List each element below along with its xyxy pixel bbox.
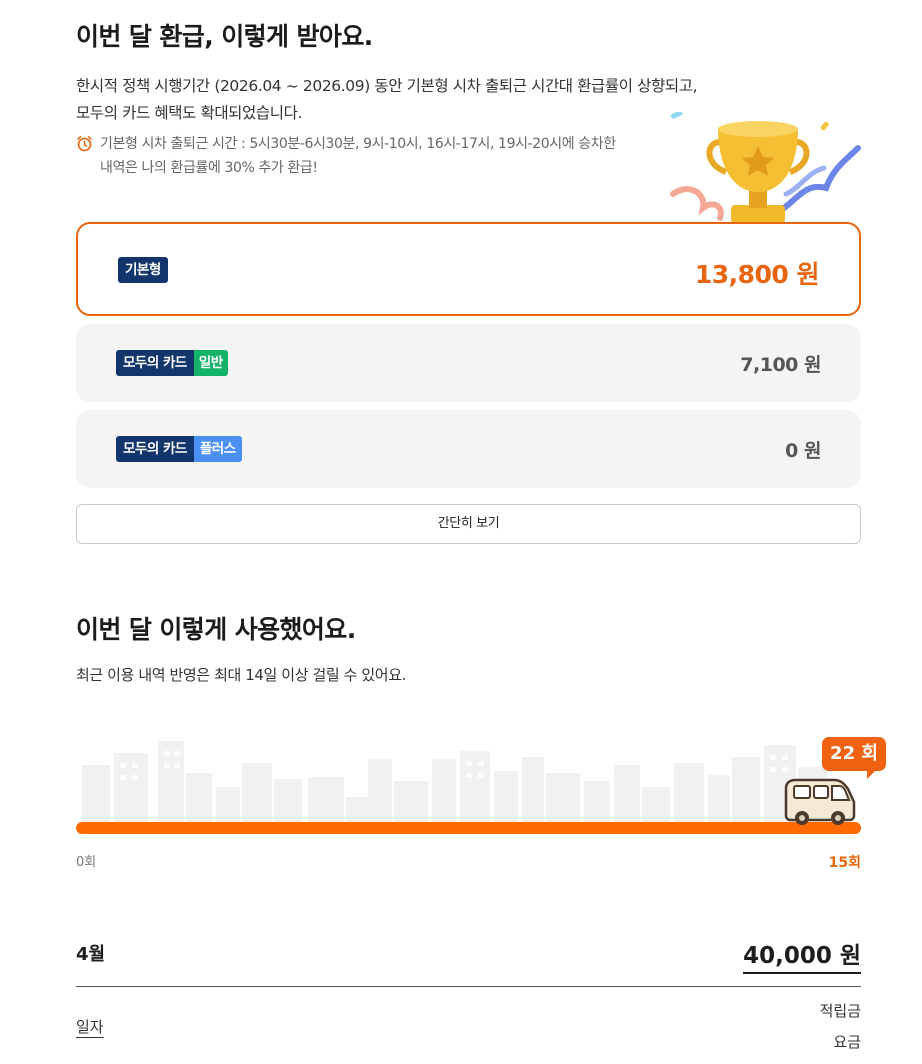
simple-view-button[interactable]: 간단히 보기 <box>76 504 861 544</box>
usage-desc: 최근 이용 내역 반영은 최대 14일 이상 걸릴 수 있어요. <box>76 666 406 684</box>
badge-basic: 기본형 <box>118 257 168 283</box>
badge-modu-plus: 모두의 카드 플러스 <box>116 436 242 462</box>
refund-card-basic: 기본형 13,800 원 <box>76 222 861 316</box>
refund-desc-line2: 모두의 카드 혜택도 확대되었습니다. <box>76 104 303 122</box>
scale-max-label: 15회 <box>828 855 861 871</box>
usage-title: 이번 달 이렇게 사용했어요. <box>76 615 356 644</box>
city-skyline-illustration <box>76 735 861 827</box>
month-label: 4월 <box>76 944 106 965</box>
note-line1: 기본형 시차 출퇴근 시간 : 5시30분-6시30분, 9시-10시, 16시… <box>100 136 616 152</box>
trophy-illustration <box>668 110 863 240</box>
usage-count-bubble: 22 회 <box>822 737 886 779</box>
scale-min-label: 0회 <box>76 855 97 870</box>
alarm-clock-icon <box>76 135 93 156</box>
column-accumulated: 적립금 <box>819 1002 861 1020</box>
refund-desc-line1: 한시적 정책 시행기간 (2026.04 ~ 2026.09) 동안 기본형 시… <box>76 77 698 95</box>
amount-modu-general: 7,100 원 <box>740 354 821 376</box>
amount-modu-plus: 0 원 <box>785 440 821 462</box>
refund-title: 이번 달 환급, 이렇게 받아요. <box>76 22 373 51</box>
column-date[interactable]: 일자 <box>76 1016 104 1037</box>
badge-modu-general: 모두의 카드 일반 <box>116 350 228 376</box>
van-icon <box>782 778 858 826</box>
note-line2: 내역은 나의 환급률에 30% 추가 환급! <box>100 160 318 176</box>
month-total: 40,000 원 <box>743 936 861 974</box>
refund-card-modu-general: 모두의 카드 일반 7,100 원 <box>76 324 861 402</box>
column-fare: 요금 <box>833 1033 861 1051</box>
summary-divider <box>76 986 861 987</box>
usage-progress-bar <box>76 822 861 834</box>
amount-basic: 13,800 원 <box>694 260 820 289</box>
refund-card-modu-plus: 모두의 카드 플러스 0 원 <box>76 410 861 488</box>
